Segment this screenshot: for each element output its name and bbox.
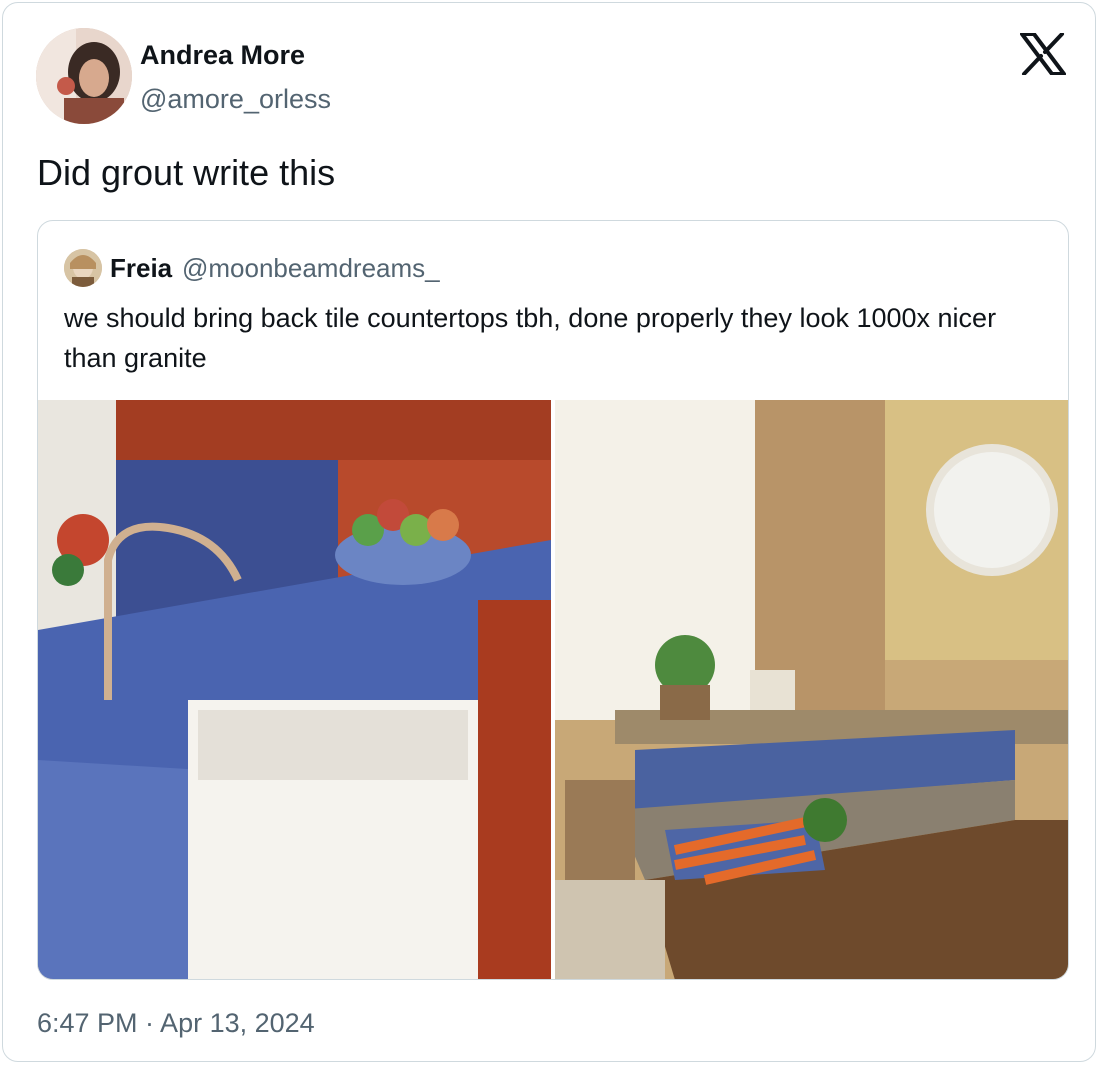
quoted-post-text: we should bring back tile countertops tb…: [64, 303, 997, 373]
quoted-post[interactable]: Freia @moonbeamdreams_ we should bring b…: [37, 220, 1069, 980]
rustic-kitchen-photo[interactable]: [555, 400, 1068, 979]
tiled-countertop-sink-photo[interactable]: [38, 400, 551, 979]
post-text: Did grout write this: [37, 152, 336, 193]
author-handle[interactable]: @amore_orless: [140, 83, 331, 115]
quoted-author-handle[interactable]: @moonbeamdreams_: [182, 253, 440, 283]
author-avatar[interactable]: [36, 28, 132, 124]
quoted-post-images: [38, 400, 1068, 979]
post-card: Andrea More @amore_orless Did grout writ…: [2, 2, 1096, 1062]
x-logo-icon[interactable]: [1020, 32, 1066, 76]
post-timestamp[interactable]: 6:47 PM · Apr 13, 2024: [37, 1005, 315, 1041]
quoted-author-avatar[interactable]: [64, 249, 102, 287]
author-name[interactable]: Andrea More: [140, 39, 305, 71]
quoted-author-name[interactable]: Freia: [110, 253, 172, 283]
